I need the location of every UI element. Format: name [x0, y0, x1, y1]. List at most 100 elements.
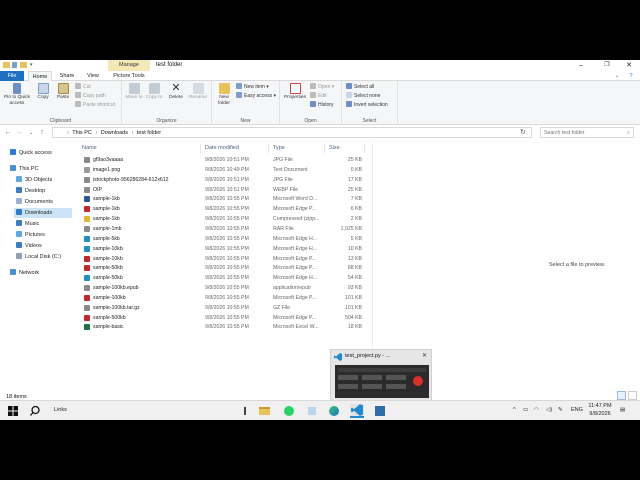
notifications-icon[interactable]: ▤ [620, 407, 625, 413]
column-divider[interactable] [200, 144, 201, 153]
copy-to-button[interactable]: Copy to [144, 83, 164, 101]
file-row[interactable]: image1.png 9/8/2026 10:49 PM Text Document… [78, 165, 366, 175]
nav-network[interactable]: Network [10, 268, 39, 278]
tab-home[interactable]: Home [28, 71, 52, 81]
nav-videos[interactable]: Videos [16, 241, 42, 251]
properties-icon[interactable] [12, 62, 17, 68]
invert-selection-button[interactable]: Invert selection [346, 101, 388, 109]
tray-chevron-icon[interactable]: ^ [513, 407, 516, 413]
paste-shortcut-button[interactable]: Paste shortcut [75, 101, 115, 109]
file-row[interactable]: gf9ao3vaaaa 9/8/2026 10:51 PM JPG File 25 K… [78, 155, 366, 165]
breadcrumb-this-pc[interactable]: This PC [72, 130, 92, 136]
file-row[interactable]: sample-5kb 9/8/2026 10:55 PM Microsoft Edg… [78, 234, 366, 244]
edge-taskbar-icon[interactable] [327, 404, 341, 418]
tab-share[interactable]: Share [56, 71, 78, 81]
file-row[interactable]: istockphoto-956286284-612x612 9/8/2026 10… [78, 175, 366, 185]
file-row[interactable]: sample-50kb 9/8/2026 10:55 PM Microsoft Ed… [78, 263, 366, 273]
column-header-type[interactable]: Type [273, 144, 285, 153]
close-button[interactable]: ✕ [620, 60, 638, 71]
delete-button[interactable]: ✕ Delete [166, 83, 186, 101]
vscode-taskbar-icon[interactable] [350, 404, 364, 418]
thumbnail-close-button[interactable]: ✕ [422, 352, 427, 359]
column-divider[interactable] [268, 144, 269, 153]
pin-to-quick-access-button[interactable]: Pin to Quick access [2, 83, 32, 106]
wifi-tray-icon[interactable]: ◠ [534, 407, 539, 413]
app-taskbar-icon[interactable] [305, 404, 319, 418]
edit-button[interactable]: Edit [310, 92, 327, 100]
nav-local-disk[interactable]: Local Disk (C:) [16, 252, 61, 262]
file-row[interactable]: sample-50kb 9/8/2026 10:55 PM Microsoft Ed… [78, 273, 366, 283]
minimize-button[interactable]: – [572, 60, 590, 71]
nav-this-pc[interactable]: This PC [10, 164, 39, 174]
column-divider[interactable] [324, 144, 325, 153]
copy-path-button[interactable]: Copy path [75, 92, 106, 100]
manage-tab[interactable]: Manage [108, 60, 150, 71]
file-row[interactable]: sample-100kb 9/8/2026 10:55 PM Microsoft E… [78, 293, 366, 303]
column-header-name[interactable]: Name [82, 144, 97, 153]
whatsapp-taskbar-icon[interactable] [282, 404, 296, 418]
file-row[interactable]: sample-1kb 9/8/2026 10:55 PM Microsoft Edg… [78, 204, 366, 214]
search-input[interactable]: Search test folder ⌕ [540, 127, 634, 138]
qa-dropdown-icon[interactable]: ▾ [30, 62, 35, 68]
nav-3d-objects[interactable]: 3D Objects [16, 175, 52, 185]
nav-quick-access[interactable]: Quick access [10, 148, 52, 158]
task-view-icon[interactable] [244, 404, 248, 418]
easy-access-button[interactable]: Easy access ▾ [236, 92, 276, 100]
search-icon[interactable] [28, 404, 42, 418]
nav-music[interactable]: Music [16, 219, 39, 229]
network-tray-icon[interactable]: ▭ [523, 407, 528, 413]
clock[interactable]: 11:47 PM 9/8/2026 [584, 403, 616, 418]
back-arrow-icon[interactable]: ← [4, 128, 12, 138]
column-header-date[interactable]: Date modified [205, 144, 239, 153]
nav-pictures[interactable]: Pictures [16, 230, 45, 240]
help-icon[interactable]: ? [626, 71, 636, 81]
tab-picture-tools[interactable]: Picture Tools [108, 71, 150, 81]
select-all-button[interactable]: Select all [346, 83, 374, 91]
nav-desktop[interactable]: Desktop [16, 186, 45, 196]
recent-locations-chevron-icon[interactable]: ⌄ [27, 128, 35, 138]
cut-button[interactable]: Cut [75, 83, 91, 91]
address-bar[interactable]: › This PC › Downloads › test folder [52, 127, 532, 138]
new-item-button[interactable]: New item ▾ [236, 83, 269, 91]
file-row[interactable]: sample-100kb.epub 9/8/2026 10:55 PM applic… [78, 283, 366, 293]
taskbar-thumbnail[interactable]: test_project.py - ... ✕ [330, 349, 432, 401]
file-row[interactable]: sample-10kb 9/8/2026 10:55 PM Microsoft Ed… [78, 254, 366, 264]
up-arrow-icon[interactable]: ↑ [38, 128, 46, 138]
paste-button[interactable]: Paste [53, 83, 73, 101]
forward-arrow-icon[interactable]: → [15, 128, 23, 138]
large-icons-view-icon[interactable] [628, 391, 637, 400]
file-row[interactable]: sample-10kb 9/8/2026 10:55 PM Microsoft Ed… [78, 244, 366, 254]
nav-documents[interactable]: Documents [16, 197, 53, 207]
tab-file[interactable]: File [0, 71, 24, 81]
refresh-icon[interactable]: ↻ [520, 128, 526, 136]
volume-tray-icon[interactable]: ◁) [546, 407, 552, 413]
recorder-taskbar-icon[interactable] [373, 404, 387, 418]
open-button[interactable]: Open ▾ [310, 83, 334, 91]
file-row[interactable]: sample-1kb 9/8/2026 10:55 PM Compressed (z… [78, 214, 366, 224]
tab-view[interactable]: View [82, 71, 104, 81]
details-view-icon[interactable] [617, 391, 626, 400]
move-to-button[interactable]: Move to [124, 83, 144, 101]
maximize-button[interactable]: ❐ [598, 60, 616, 71]
column-divider[interactable] [364, 144, 365, 153]
file-explorer-taskbar-icon[interactable] [258, 404, 272, 418]
file-row[interactable]: sample-500kb 9/8/2026 10:55 PM Microsoft E… [78, 313, 366, 323]
file-row[interactable]: sample-1kb 9/8/2026 10:55 PM Microsoft Wor… [78, 194, 366, 204]
column-header-size[interactable]: Size [329, 144, 340, 153]
rename-button[interactable]: Rename [187, 83, 209, 101]
pen-tray-icon[interactable]: ✎ [558, 407, 563, 413]
new-folder-button[interactable]: New folder [214, 83, 234, 106]
file-row[interactable]: OIP 9/8/2026 10:51 PM WEBP File 25 KB [78, 185, 366, 195]
file-row[interactable]: sample-basic 9/8/2026 10:55 PM Microsoft E… [78, 322, 366, 332]
taskbar-search-text[interactable]: Links [54, 407, 67, 413]
breadcrumb-test-folder[interactable]: test folder [137, 130, 161, 136]
breadcrumb-downloads[interactable]: Downloads [101, 130, 128, 136]
nav-downloads[interactable]: Downloads [14, 208, 72, 218]
start-windows-icon[interactable] [6, 404, 20, 418]
select-none-button[interactable]: Select none [346, 92, 380, 100]
copy-button[interactable]: Copy [33, 83, 53, 101]
history-button[interactable]: History [310, 101, 334, 109]
properties-button[interactable]: Properties [282, 83, 308, 101]
file-row[interactable]: sample-100kb.tar.gz 9/8/2026 10:55 PM GZ F… [78, 303, 366, 313]
language-indicator[interactable]: ENG [571, 407, 583, 413]
